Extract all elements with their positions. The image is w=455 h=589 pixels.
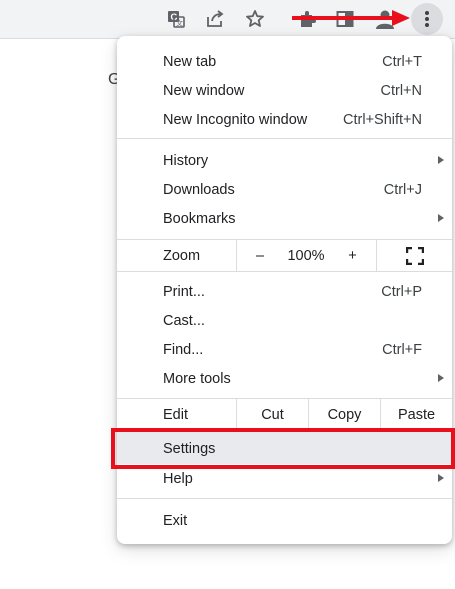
- menu-item-print[interactable]: Print... Ctrl+P: [117, 277, 452, 306]
- zoom-level: 100%: [283, 240, 329, 271]
- copy-button[interactable]: Copy: [308, 399, 380, 430]
- menu-item-exit[interactable]: Exit: [117, 506, 452, 535]
- fullscreen-icon: [405, 246, 424, 265]
- menu-item-find[interactable]: Find... Ctrl+F: [117, 335, 452, 364]
- edit-label: Edit: [163, 406, 188, 423]
- cut-label: Cut: [261, 406, 284, 423]
- paste-button[interactable]: Paste: [380, 399, 452, 430]
- browser-toolbar: G 文: [0, 0, 455, 39]
- menu-item-shortcut: Ctrl+Shift+N: [343, 111, 422, 128]
- copy-label: Copy: [327, 406, 362, 423]
- menu-item-new-tab[interactable]: New tab Ctrl+T: [117, 47, 452, 76]
- menu-item-label: New tab: [163, 53, 217, 70]
- zoom-out-button[interactable]: –: [236, 240, 283, 271]
- menu-item-cast[interactable]: Cast...: [117, 306, 452, 335]
- menu-item-label: Downloads: [163, 181, 235, 198]
- menu-item-label: Help: [163, 470, 193, 487]
- menu-item-label: New window: [163, 82, 245, 99]
- menu-item-label: More tools: [163, 370, 231, 387]
- menu-item-bookmarks[interactable]: Bookmarks: [117, 204, 452, 233]
- submenu-arrow-icon: [438, 156, 444, 164]
- menu-item-shortcut: Ctrl+P: [381, 283, 422, 300]
- menu-item-shortcut: Ctrl+N: [380, 82, 423, 99]
- submenu-arrow-icon: [438, 374, 444, 382]
- menu-divider: [117, 498, 452, 499]
- zoom-value: 100%: [287, 247, 325, 264]
- menu-item-label: Cast...: [163, 312, 205, 329]
- paste-label: Paste: [397, 406, 436, 423]
- menu-item-label: Exit: [163, 512, 188, 529]
- menu-divider: [117, 138, 452, 139]
- menu-item-label: Find...: [163, 341, 204, 358]
- menu-item-new-incognito-window[interactable]: New Incognito window Ctrl+Shift+N: [117, 105, 452, 134]
- fullscreen-button[interactable]: [376, 240, 452, 271]
- menu-item-label: History: [163, 152, 209, 169]
- menu-item-label: Print...: [163, 283, 205, 300]
- menu-item-history[interactable]: History: [117, 146, 452, 175]
- menu-item-label: Bookmarks: [163, 210, 236, 227]
- menu-item-downloads[interactable]: Downloads Ctrl+J: [117, 175, 452, 204]
- translate-icon[interactable]: G 文: [163, 6, 189, 32]
- menu-item-shortcut: Ctrl+F: [382, 341, 422, 358]
- zoom-row: Zoom – 100% +: [117, 240, 452, 271]
- menu-item-new-window[interactable]: New window Ctrl+N: [117, 76, 452, 105]
- menu-divider: [117, 271, 452, 272]
- submenu-arrow-icon: [438, 214, 444, 222]
- menu-item-shortcut: Ctrl+T: [382, 53, 422, 70]
- edit-row: Edit Cut Copy Paste: [117, 399, 452, 430]
- zoom-in-button[interactable]: +: [329, 240, 376, 271]
- cut-button[interactable]: Cut: [236, 399, 308, 430]
- svg-text:文: 文: [176, 19, 183, 28]
- menu-item-shortcut: Ctrl+J: [383, 181, 422, 198]
- zoom-label: Zoom: [163, 247, 201, 264]
- menu-item-more-tools[interactable]: More tools: [117, 364, 452, 393]
- star-icon[interactable]: [242, 6, 268, 32]
- annotation-arrow: [292, 10, 410, 26]
- submenu-arrow-icon: [438, 474, 444, 482]
- zoom-out-label: –: [255, 247, 265, 264]
- menu-item-label: New Incognito window: [163, 111, 308, 128]
- zoom-in-label: +: [348, 247, 357, 264]
- settings-annotation-box: [111, 428, 455, 469]
- share-icon[interactable]: [202, 6, 228, 32]
